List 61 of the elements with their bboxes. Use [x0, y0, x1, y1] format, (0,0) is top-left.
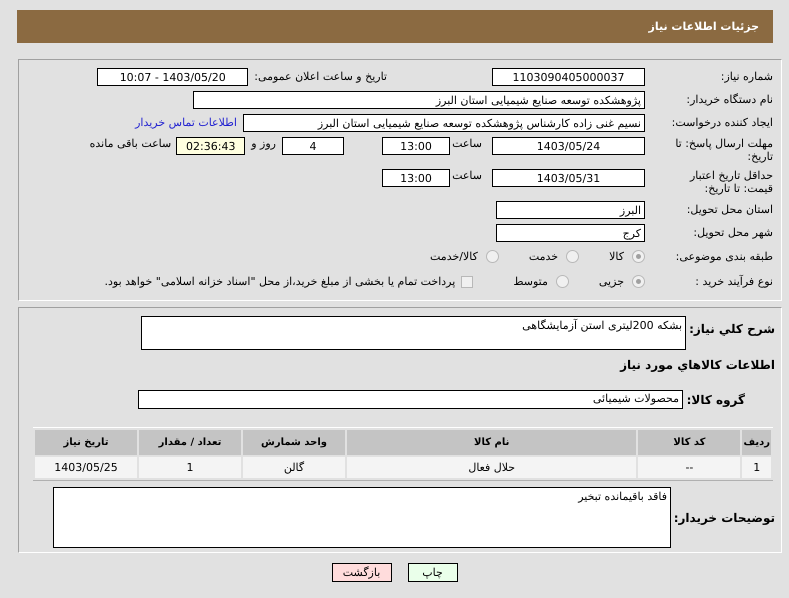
field-label: شهر محل تحویل: [692, 226, 774, 239]
column-header: واحد شمارش [243, 430, 345, 455]
table-cell: 1403/05/25 [35, 457, 137, 478]
column-header: تاریخ نیاز [35, 430, 137, 455]
print-button[interactable]: چاپ [408, 563, 458, 582]
checkbox[interactable] [461, 276, 474, 288]
option-label: کالا [609, 250, 624, 263]
notes-field[interactable]: فاقد باقیمانده تبخیر [53, 487, 671, 548]
field-label: نام دستگاه خریدار: [685, 93, 774, 106]
remaining-time-field[interactable]: 02:36:43 [176, 137, 246, 155]
field-label: استان محل تحویل: [686, 203, 774, 216]
description-field[interactable]: بشکه 200لیتری استن آزمایشگاهی [141, 316, 686, 350]
validity-time-field[interactable]: 13:00 [382, 169, 450, 187]
option-label: جزیی [598, 275, 624, 288]
deadline-time-field[interactable]: 13:00 [382, 137, 450, 155]
radio-button[interactable] [556, 275, 569, 288]
table-cell: 1 [742, 457, 771, 478]
column-header: تعداد / مقدار [139, 430, 241, 455]
back-button[interactable]: بازگشت [332, 563, 392, 582]
days-label: روز و [251, 137, 276, 150]
field-label: حداقل تاریخ اعتبار قیمت: تا تاریخ: [688, 168, 774, 195]
field-label: ایجاد کننده درخواست: [670, 116, 774, 129]
column-header: ردیف [742, 430, 771, 455]
table-cell: 1 [139, 457, 241, 478]
option-label: متوسط [513, 275, 548, 288]
column-header: کد کالا [638, 430, 740, 455]
field-label: گروه کالا: [686, 392, 746, 407]
field-label: شرح کلي نياز: [688, 321, 776, 336]
section-heading: اطلاعات کالاهاي مورد نياز [618, 358, 776, 372]
time-label: ساعت [451, 169, 482, 182]
option-label: کالا/خدمت [430, 250, 478, 263]
time-label: ساعت [451, 137, 482, 150]
field-label: نوع فرآیند خرید : [694, 275, 774, 288]
need-number-field[interactable]: 1103090405000037 [492, 68, 645, 86]
field-label: تاریخ و ساعت اعلان عمومی: [254, 70, 387, 83]
contact-link[interactable]: اطلاعات تماس خریدار [135, 116, 237, 129]
city-field[interactable]: کرج [496, 224, 645, 242]
column-header: نام کالا [347, 430, 636, 455]
field-label: توضیحات خریدار: [672, 510, 776, 525]
field-label: طبقه بندی موضوعی: [674, 250, 774, 263]
requester-field[interactable]: نسیم غنی زاده کارشناس پژوهشکده توسعه صنایع شیمیایی استان البرز [243, 114, 645, 132]
province-field[interactable]: البرز [496, 200, 645, 218]
announce-date-field[interactable]: 1403/05/20 - 10:07 [97, 68, 248, 86]
radio-button[interactable] [566, 250, 580, 263]
checkbox-label: پرداخت تمام یا بخشی از مبلغ خرید،از محل "اسناد خزانه اسلامی" خواهد بود. [104, 275, 456, 288]
table-cell: حلال فعال [347, 457, 636, 478]
option-label: خدمت [528, 250, 558, 263]
field-label: شماره نیاز: [720, 70, 774, 83]
radio-button[interactable] [632, 275, 645, 288]
days-field[interactable]: 4 [282, 137, 344, 155]
field-label: مهلت ارسال پاسخ: تا تاریخ: [674, 136, 774, 163]
table-cell: گالن [243, 457, 345, 478]
page-title: جزئیات اطلاعات نیاز [648, 20, 759, 33]
table-cell: -- [638, 457, 740, 478]
buyer-field[interactable]: پژوهشکده توسعه صنایع شیمیایی استان البرز [193, 90, 645, 108]
deadline-date-field[interactable]: 1403/05/24 [492, 137, 645, 155]
radio-button[interactable] [632, 250, 645, 263]
radio-button[interactable] [486, 250, 499, 263]
remaining-label: ساعت باقی مانده [90, 137, 172, 150]
goods-group-field[interactable]: محصولات شیمیائی [138, 390, 683, 409]
validity-date-field[interactable]: 1403/05/31 [492, 169, 645, 187]
